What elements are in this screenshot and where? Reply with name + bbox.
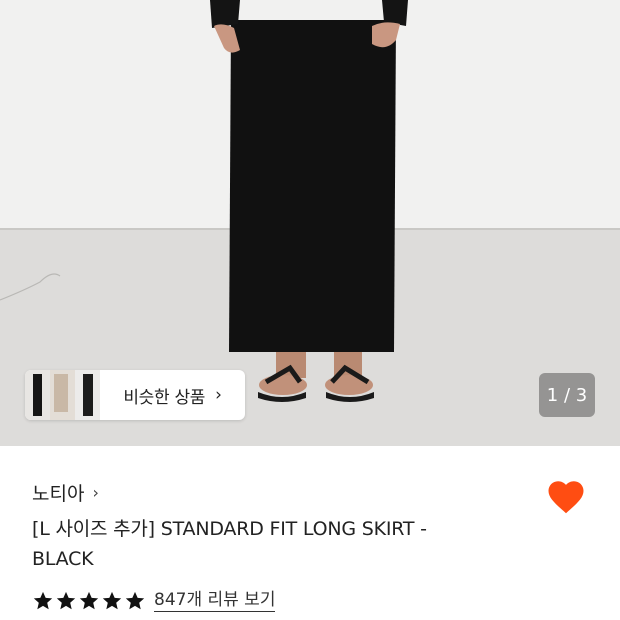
brand-link[interactable]: 노티아 › xyxy=(32,479,99,506)
star-icon xyxy=(79,591,99,609)
similar-products-button[interactable]: 비슷한 상품 › xyxy=(25,370,245,420)
similar-products-label: 비슷한 상품 › xyxy=(100,383,245,408)
similar-thumbnail xyxy=(50,370,75,420)
star-rating xyxy=(32,590,146,612)
pager-text: 1 / 3 xyxy=(546,384,588,406)
similar-thumbnail xyxy=(25,370,50,420)
similar-products-text: 비슷한 상품 xyxy=(123,387,206,408)
like-button[interactable] xyxy=(545,476,587,518)
brand-name: 노티아 xyxy=(32,483,85,505)
star-icon xyxy=(56,591,76,609)
similar-thumbnail xyxy=(75,370,100,420)
image-pager: 1 / 3 xyxy=(539,373,595,417)
rating-row: 847개 리뷰 보기 xyxy=(32,589,276,612)
product-title: [L 사이즈 추가] STANDARD FIT LONG SKIRT - BLA… xyxy=(32,518,427,570)
reviews-link[interactable]: 847개 리뷰 보기 xyxy=(154,589,276,612)
similar-products-thumbnails xyxy=(25,370,100,420)
heart-icon xyxy=(548,481,584,514)
chevron-right-icon: › xyxy=(215,385,222,405)
chevron-right-icon: › xyxy=(92,483,99,502)
star-icon xyxy=(33,591,53,609)
star-icon xyxy=(102,591,122,609)
product-image[interactable]: 비슷한 상품 › 1 / 3 xyxy=(0,0,620,446)
star-icon xyxy=(125,591,145,609)
